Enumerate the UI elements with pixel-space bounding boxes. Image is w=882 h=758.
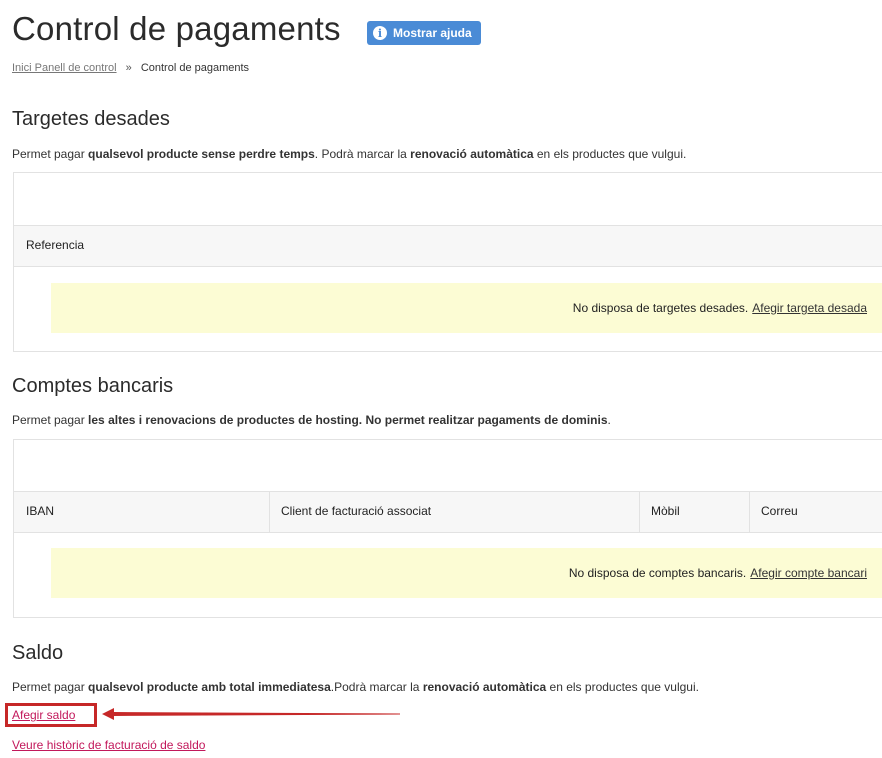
balance-section-description: Permet pagar qualsevol producte amb tota… (12, 680, 699, 694)
bank-section-description: Permet pagar les altes i renovacions de … (12, 413, 611, 427)
info-icon: i (373, 26, 387, 40)
breadcrumb-home-link[interactable]: Inici Panell de control (12, 62, 117, 74)
cards-table-header: Referencia (14, 225, 882, 267)
column-header-correu: Correu (761, 504, 798, 518)
page-title: Control de pagaments (12, 10, 341, 47)
breadcrumb: Inici Panell de control » Control de pag… (12, 62, 249, 74)
show-help-label: Mostrar ajuda (393, 26, 472, 40)
cards-empty-notice: No disposa de targetes desades. Afegir t… (51, 283, 882, 333)
balance-desc-bold: qualsevol producte amb total immediatesa (88, 680, 331, 694)
pointer-arrow-icon (102, 708, 400, 720)
bank-table: IBAN Client de facturació associat Mòbil… (13, 439, 882, 618)
balance-desc-text-mid: .Podrà marcar la (330, 680, 423, 694)
show-help-button[interactable]: i Mostrar ajuda (367, 21, 481, 45)
add-bank-account-link[interactable]: Afegir compte bancari (750, 566, 867, 580)
cards-section-description: Permet pagar qualsevol producte sense pe… (12, 147, 686, 161)
cards-desc-bold: qualsevol producte sense perdre temps (88, 147, 315, 161)
balance-history-link[interactable]: Veure històric de facturació de saldo (12, 738, 205, 752)
bank-section-title: Comptes bancaris (12, 375, 174, 397)
bank-desc-text-end: . (607, 413, 611, 427)
cards-desc-bold-renewal: renovació automàtica (410, 147, 534, 161)
cards-table: Referencia No disposa de targetes desade… (13, 172, 882, 352)
bank-empty-notice: No disposa de comptes bancaris. Afegir c… (51, 548, 882, 598)
bank-desc-bold: les altes i renovacions de productes de … (88, 413, 608, 427)
add-balance-link[interactable]: Afegir saldo (12, 708, 75, 722)
breadcrumb-separator: » (125, 62, 132, 74)
cards-desc-text-mid: . Podrà marcar la (314, 147, 411, 161)
cards-desc-text: Permet pagar (12, 147, 89, 161)
balance-desc-text: Permet pagar (12, 680, 89, 694)
add-saved-card-link[interactable]: Afegir targeta desada (752, 301, 867, 315)
column-header-mobil: Mòbil (651, 504, 680, 518)
column-divider (269, 492, 270, 532)
bank-desc-text: Permet pagar (12, 413, 89, 427)
breadcrumb-current: Control de pagaments (140, 62, 250, 74)
bank-empty-text: No disposa de comptes bancaris. (568, 566, 747, 580)
column-header-referencia: Referencia (26, 238, 85, 252)
cards-section-title: Targetes desades (12, 108, 170, 130)
balance-desc-text-end: en els productes que vulgui. (546, 680, 699, 694)
balance-desc-bold-renewal: renovació automàtica (422, 680, 547, 694)
cards-empty-text: No disposa de targetes desades. (572, 301, 749, 315)
balance-section-title: Saldo (12, 642, 64, 664)
column-header-client: Client de facturació associat (281, 504, 432, 518)
bank-table-header: IBAN Client de facturació associat Mòbil… (14, 491, 882, 533)
cards-desc-text-end: en els productes que vulgui. (533, 147, 687, 161)
column-header-iban: IBAN (26, 504, 55, 518)
column-divider (639, 492, 640, 532)
column-divider (749, 492, 750, 532)
